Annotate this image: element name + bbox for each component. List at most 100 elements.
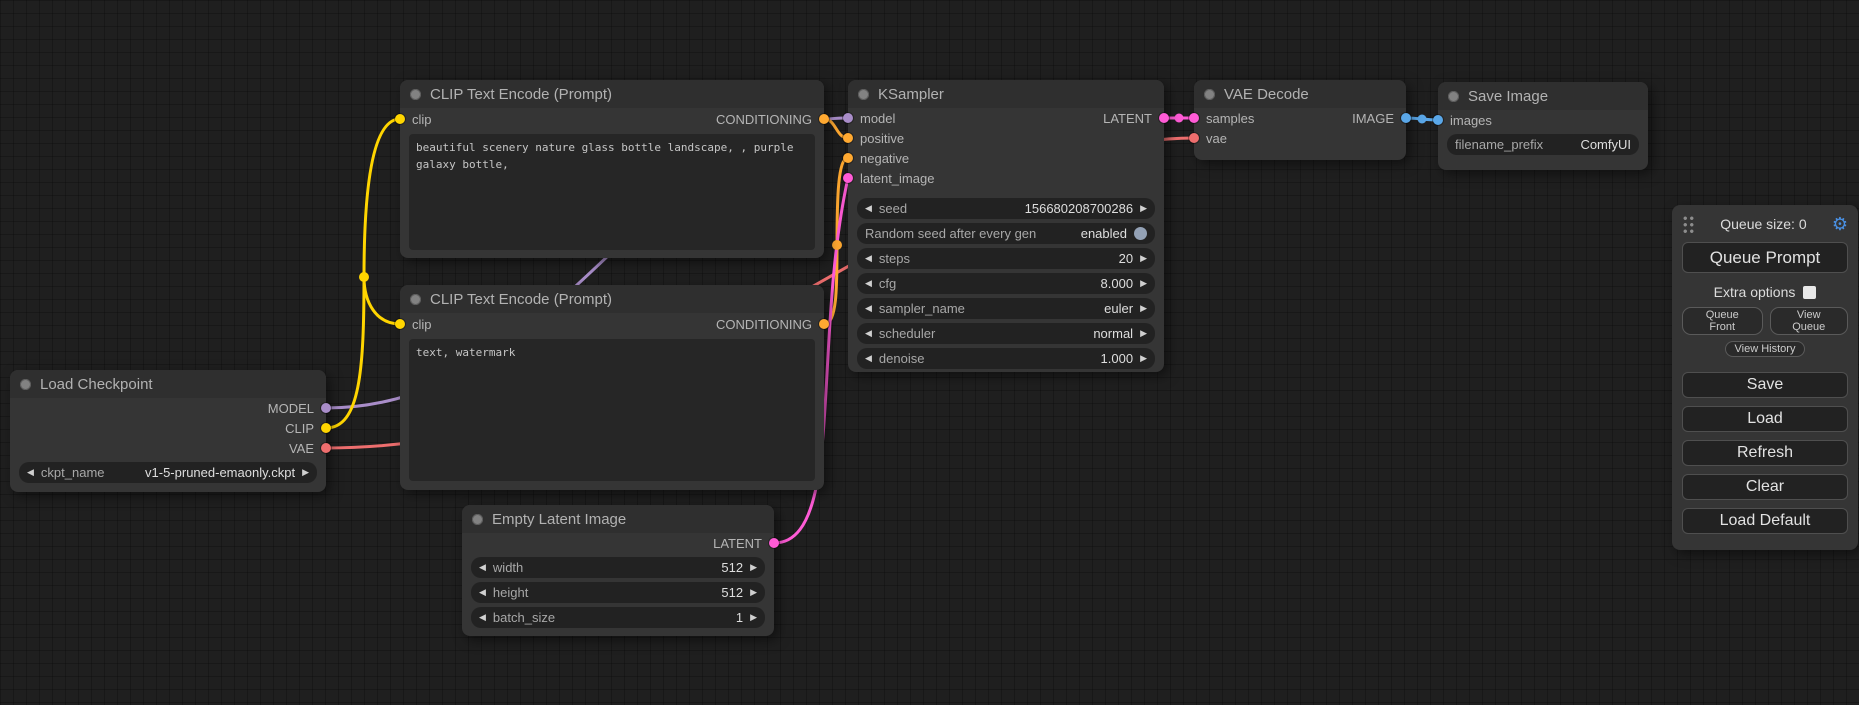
port-label-vae: VAE [289,441,314,456]
collapse-dot-icon[interactable] [1204,89,1215,100]
samples-input-port[interactable] [1189,113,1199,123]
reroute-dot-latent[interactable] [1175,114,1184,123]
load-checkpoint-title-bar[interactable]: Load Checkpoint [10,370,326,398]
save-image-title-bar[interactable]: Save Image [1438,82,1648,110]
clear-button[interactable]: Clear [1682,474,1848,500]
negative-input-port[interactable] [843,153,853,163]
load-default-button[interactable]: Load Default [1682,508,1848,534]
increment-arrow-icon[interactable]: ▶ [1140,304,1147,313]
collapse-dot-icon[interactable] [410,89,421,100]
height-widget[interactable]: ◀ height 512 ▶ [471,582,765,603]
increment-arrow-icon[interactable]: ▶ [750,588,757,597]
decrement-arrow-icon[interactable]: ◀ [479,563,486,572]
collapse-dot-icon[interactable] [410,294,421,305]
widget-label: Random seed after every gen [865,226,1036,241]
port-label-negative-input: negative [860,151,909,166]
node-clip-text-encode-negative[interactable]: CLIP Text Encode (Prompt) clip CONDITION… [400,285,824,490]
collapse-dot-icon[interactable] [858,89,869,100]
reroute-dot-image[interactable] [1418,115,1427,124]
save-button[interactable]: Save [1682,372,1848,398]
collapse-dot-icon[interactable] [472,514,483,525]
latent-output-port[interactable] [769,538,779,548]
images-input-port[interactable] [1433,115,1443,125]
collapse-dot-icon[interactable] [20,379,31,390]
vae-input-port[interactable] [1189,133,1199,143]
queue-prompt-button[interactable]: Queue Prompt [1682,242,1848,273]
port-label-conditioning: CONDITIONING [716,317,812,332]
decrement-arrow-icon[interactable]: ◀ [865,279,872,288]
widget-value: 1 [736,610,743,625]
conditioning-output-port[interactable] [819,114,829,124]
increment-arrow-icon[interactable]: ▶ [750,613,757,622]
node-empty-latent-image[interactable]: Empty Latent Image LATENT ◀ width 512 ▶ … [462,505,774,636]
increment-arrow-icon[interactable]: ▶ [1140,354,1147,363]
cfg-widget[interactable]: ◀ cfg 8.000 ▶ [857,273,1155,294]
node-save-image[interactable]: Save Image images filename_prefix ComfyU… [1438,82,1648,170]
model-input-port[interactable] [843,113,853,123]
view-queue-button[interactable]: View Queue [1770,307,1849,335]
increment-arrow-icon[interactable]: ▶ [1140,254,1147,263]
filename-prefix-widget[interactable]: filename_prefix ComfyUI [1447,134,1639,155]
extra-options-checkbox[interactable] [1803,286,1816,299]
latent-output-port[interactable] [1159,113,1169,123]
increment-arrow-icon[interactable]: ▶ [1140,204,1147,213]
extra-options-row: Extra options [1682,284,1848,300]
vae-decode-title-bar[interactable]: VAE Decode [1194,80,1406,108]
batch-size-widget[interactable]: ◀ batch_size 1 ▶ [471,607,765,628]
sampler-name-widget[interactable]: ◀ sampler_name euler ▶ [857,298,1155,319]
decrement-arrow-icon[interactable]: ◀ [865,304,872,313]
positive-prompt-textarea[interactable]: beautiful scenery nature glass bottle la… [409,134,815,250]
toggle-icon[interactable] [1134,227,1147,240]
drag-handle-icon[interactable] [1682,215,1695,233]
settings-gear-icon[interactable]: ⚙ [1832,215,1848,233]
positive-input-port[interactable] [843,133,853,143]
steps-widget[interactable]: ◀ steps 20 ▶ [857,248,1155,269]
width-widget[interactable]: ◀ width 512 ▶ [471,557,765,578]
increment-arrow-icon[interactable]: ▶ [302,468,309,477]
denoise-widget[interactable]: ◀ denoise 1.000 ▶ [857,348,1155,369]
view-history-button[interactable]: View History [1725,341,1806,357]
port-row-vae: VAE [10,438,326,458]
node-graph-canvas[interactable]: Load Checkpoint MODEL CLIP VAE ◀ ckpt_na… [0,0,1859,705]
clip-input-port[interactable] [395,319,405,329]
clip-negative-title-bar[interactable]: CLIP Text Encode (Prompt) [400,285,824,313]
reroute-dot-clip[interactable] [359,272,369,282]
load-button[interactable]: Load [1682,406,1848,432]
node-vae-decode[interactable]: VAE Decode samples IMAGE vae [1194,80,1406,160]
random-seed-toggle-widget[interactable]: Random seed after every gen enabled [857,223,1155,244]
decrement-arrow-icon[interactable]: ◀ [479,588,486,597]
decrement-arrow-icon[interactable]: ◀ [865,354,872,363]
decrement-arrow-icon[interactable]: ◀ [27,468,34,477]
scheduler-widget[interactable]: ◀ scheduler normal ▶ [857,323,1155,344]
model-output-port[interactable] [321,403,331,413]
ckpt-name-widget[interactable]: ◀ ckpt_name v1-5-pruned-emaonly.ckpt ▶ [19,462,317,483]
increment-arrow-icon[interactable]: ▶ [750,563,757,572]
latent-image-input-port[interactable] [843,173,853,183]
seed-widget[interactable]: ◀ seed 156680208700286 ▶ [857,198,1155,219]
clip-input-port[interactable] [395,114,405,124]
port-label-conditioning: CONDITIONING [716,112,812,127]
decrement-arrow-icon[interactable]: ◀ [865,254,872,263]
negative-prompt-textarea[interactable]: text, watermark [409,339,815,481]
image-output-port[interactable] [1401,113,1411,123]
decrement-arrow-icon[interactable]: ◀ [479,613,486,622]
vae-output-port[interactable] [321,443,331,453]
port-label-images-input: images [1450,113,1492,128]
decrement-arrow-icon[interactable]: ◀ [865,329,872,338]
reroute-dot-conditioning[interactable] [832,240,842,250]
decrement-arrow-icon[interactable]: ◀ [865,204,872,213]
conditioning-output-port[interactable] [819,319,829,329]
clip-output-port[interactable] [321,423,331,433]
port-label-vae-input: vae [1206,131,1227,146]
increment-arrow-icon[interactable]: ▶ [1140,329,1147,338]
node-clip-text-encode-positive[interactable]: CLIP Text Encode (Prompt) clip CONDITION… [400,80,824,258]
refresh-button[interactable]: Refresh [1682,440,1848,466]
clip-positive-title-bar[interactable]: CLIP Text Encode (Prompt) [400,80,824,108]
ksampler-title-bar[interactable]: KSampler [848,80,1164,108]
empty-latent-title-bar[interactable]: Empty Latent Image [462,505,774,533]
collapse-dot-icon[interactable] [1448,91,1459,102]
node-ksampler[interactable]: KSampler model LATENT positive negative … [848,80,1164,372]
increment-arrow-icon[interactable]: ▶ [1140,279,1147,288]
queue-front-button[interactable]: Queue Front [1682,307,1763,335]
node-load-checkpoint[interactable]: Load Checkpoint MODEL CLIP VAE ◀ ckpt_na… [10,370,326,492]
